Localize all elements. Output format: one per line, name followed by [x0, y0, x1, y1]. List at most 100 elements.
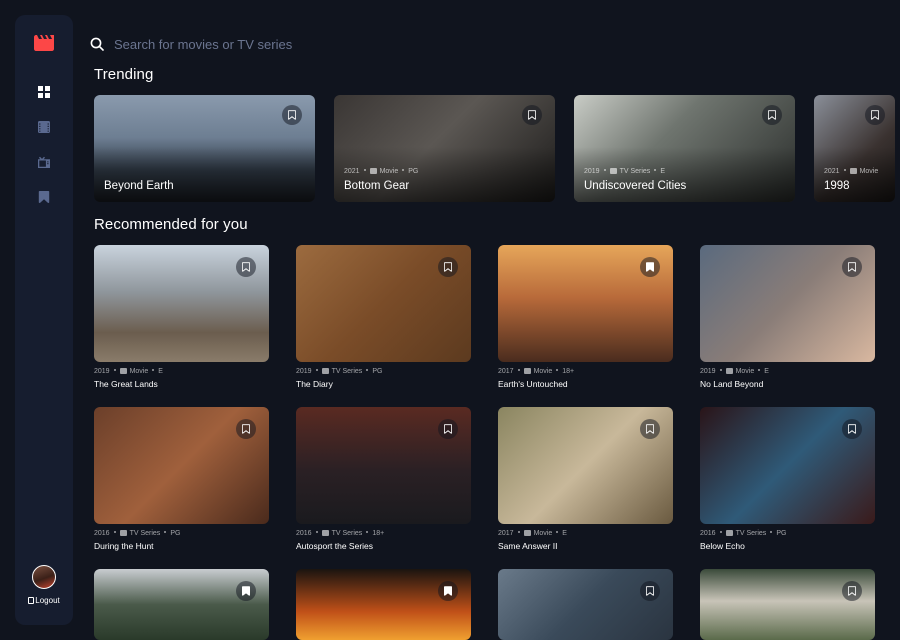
category-icon — [369, 168, 377, 174]
card-meta: 2019 Movie E — [700, 368, 769, 375]
bookmark-button[interactable] — [865, 105, 885, 125]
bookmark-button[interactable] — [640, 257, 660, 277]
media-rating: E — [764, 368, 769, 375]
bookmark-button[interactable] — [640, 581, 660, 601]
bookmark-button[interactable] — [842, 581, 862, 601]
trending-card[interactable]: 2021 Movie PG Bottom Gear — [334, 95, 555, 202]
tv-icon[interactable] — [38, 156, 50, 168]
category-icon — [523, 530, 531, 536]
bookmark-button[interactable] — [236, 581, 256, 601]
card-title: The Great Lands — [94, 379, 158, 389]
media-year: 2017 — [498, 368, 514, 375]
media-rating: PG — [372, 368, 383, 375]
bookmark-button[interactable] — [640, 419, 660, 439]
search-bar — [90, 34, 870, 54]
card-title: Same Answer II — [498, 541, 558, 551]
card-thumbnail[interactable] — [498, 245, 673, 362]
bookmark-button[interactable] — [438, 257, 458, 277]
media-year: 2019 — [296, 368, 312, 375]
card-meta: 2016 TV Series PG — [700, 530, 786, 537]
category-icon — [119, 368, 127, 374]
bookmark-button[interactable] — [762, 105, 782, 125]
card-thumbnail[interactable] — [700, 407, 875, 524]
card-thumbnail[interactable] — [94, 245, 269, 362]
media-category: Movie — [119, 368, 148, 375]
grid-icon[interactable] — [38, 86, 50, 98]
bookmark-icon — [848, 424, 856, 434]
card-meta: 2019 TV Series PG — [296, 368, 382, 375]
media-category: Movie — [523, 530, 552, 537]
card-thumbnail[interactable] — [94, 407, 269, 524]
trending-heading: Trending — [94, 66, 154, 83]
category-icon — [321, 530, 329, 536]
trending-card[interactable]: Beyond Earth — [94, 95, 315, 202]
bookmark-icon — [242, 586, 250, 596]
media-year: 2019 — [584, 168, 600, 175]
card-thumbnail[interactable] — [296, 245, 471, 362]
card-meta: 2021 Movie PG — [344, 168, 418, 175]
card-title: Below Echo — [700, 541, 745, 551]
bookmark-icon — [848, 262, 856, 272]
recommended-heading: Recommended for you — [94, 216, 248, 233]
bookmark-button[interactable] — [236, 257, 256, 277]
media-rating: PG — [776, 530, 787, 537]
bookmark-icon — [768, 110, 776, 120]
logout-icon — [28, 597, 35, 604]
media-rating: PG — [170, 530, 181, 537]
media-category: TV Series — [321, 368, 362, 375]
card-thumbnail[interactable] — [296, 407, 471, 524]
bookmark-button[interactable] — [438, 581, 458, 601]
category-icon — [609, 168, 617, 174]
bookmark-icon — [242, 424, 250, 434]
bookmark-button[interactable] — [842, 257, 862, 277]
media-year: 2016 — [94, 530, 110, 537]
bookmark-button[interactable] — [282, 105, 302, 125]
card-thumbnail[interactable] — [700, 245, 875, 362]
film-icon[interactable] — [38, 121, 50, 133]
category-icon — [321, 368, 329, 374]
bookmark-icon — [242, 262, 250, 272]
bookmark-icon — [528, 110, 536, 120]
card-thumbnail[interactable] — [700, 569, 875, 640]
media-category: Movie — [849, 168, 878, 175]
bookmark-icon — [646, 424, 654, 434]
card-meta: 2019 Movie E — [94, 368, 163, 375]
bookmark-icon — [646, 586, 654, 596]
trending-card[interactable]: 2019 TV Series E Undiscovered Cities — [574, 95, 795, 202]
card-title: Undiscovered Cities — [584, 180, 687, 192]
media-year: 2021 — [344, 168, 360, 175]
media-category: Movie — [369, 168, 398, 175]
media-rating: 18+ — [372, 530, 385, 537]
trending-card[interactable]: 2021 Movie 1998 — [814, 95, 895, 202]
bookmark-button[interactable] — [438, 419, 458, 439]
search-input[interactable] — [114, 36, 514, 52]
card-title: The Diary — [296, 379, 333, 389]
bookmark-icon[interactable] — [38, 191, 50, 203]
sidebar: Logout — [15, 15, 73, 625]
media-category: TV Series — [725, 530, 766, 537]
card-thumbnail[interactable] — [94, 569, 269, 640]
category-icon — [119, 530, 127, 536]
category-icon — [849, 168, 857, 174]
media-rating: E — [562, 530, 567, 537]
bookmark-button[interactable] — [842, 419, 862, 439]
avatar[interactable] — [32, 565, 56, 589]
card-meta: 2019 TV Series E — [584, 168, 665, 175]
card-meta: 2017 Movie 18+ — [498, 368, 574, 375]
bookmark-button[interactable] — [522, 105, 542, 125]
bookmark-icon — [871, 110, 879, 120]
card-title: No Land Beyond — [700, 379, 764, 389]
card-thumbnail[interactable] — [296, 569, 471, 640]
media-year: 2019 — [700, 368, 716, 375]
logout-button[interactable]: Logout — [15, 596, 73, 605]
media-year: 2019 — [94, 368, 110, 375]
card-title: During the Hunt — [94, 541, 154, 551]
card-title: Earth's Untouched — [498, 379, 568, 389]
clapperboard-icon[interactable] — [34, 35, 54, 52]
card-thumbnail[interactable] — [498, 407, 673, 524]
card-thumbnail[interactable] — [498, 569, 673, 640]
bookmark-icon — [444, 262, 452, 272]
bookmark-icon — [288, 110, 296, 120]
card-title: Autosport the Series — [296, 541, 374, 551]
bookmark-button[interactable] — [236, 419, 256, 439]
